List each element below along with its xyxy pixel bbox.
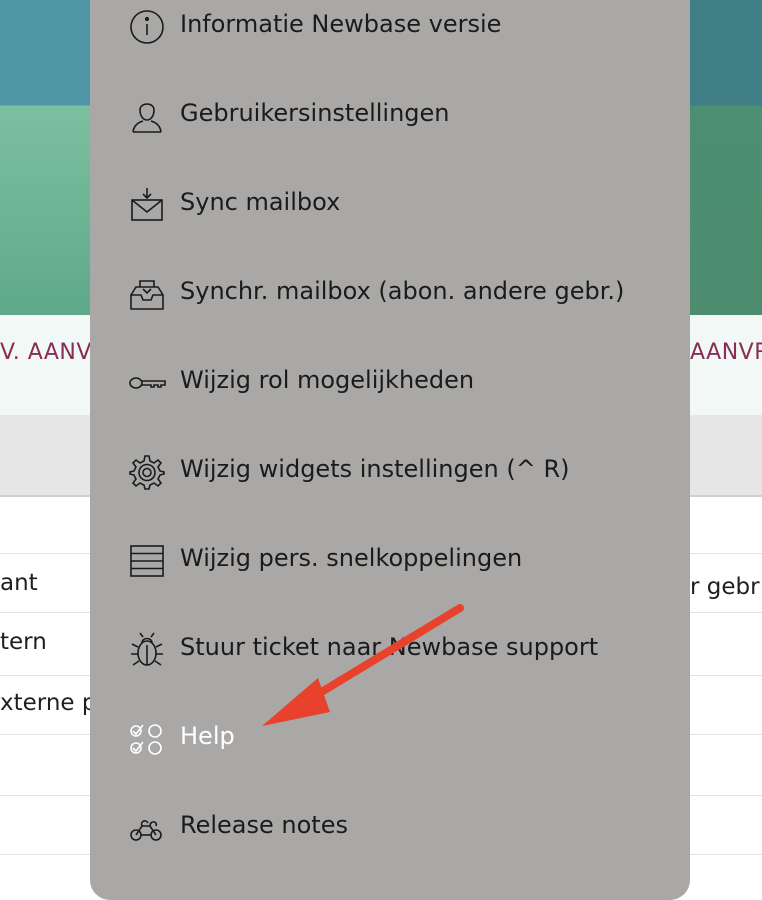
row-right-text: r gebr [690,574,760,600]
app-header-right [690,0,762,315]
checklist-icon [128,720,166,758]
menu-item-sync-other-mailbox[interactable]: Synchr. mailbox (abon. andere gebr.) [90,263,690,323]
mail-download-icon [128,186,166,224]
row-left-text: xterne p [0,690,97,716]
menu-item-support-ticket[interactable]: Stuur ticket naar Newbase support [90,619,690,679]
stacked-bars-icon [128,542,166,580]
menu-item-label: Synchr. mailbox (abon. andere gebr.) [180,277,625,305]
menu-item-label: Release notes [180,811,348,839]
menu-item-label: Sync mailbox [180,188,341,216]
menu-item-label: Help [180,722,235,750]
menu-item-label: Wijzig rol mogelijkheden [180,366,475,394]
row-left-text: ant [0,570,38,596]
menu-item-release-notes[interactable]: Release notes [90,797,690,857]
menu-item-label: Informatie Newbase versie [180,10,502,38]
user-icon [128,97,166,135]
menu-item-widget-settings[interactable]: Wijzig widgets instellingen (^ R) [90,441,690,501]
menu-item-user-settings[interactable]: Gebruikersinstellingen [90,85,690,145]
menu-item-help[interactable]: Help [90,708,690,768]
menu-item-sync-mailbox[interactable]: Sync mailbox [90,174,690,234]
row-left-text: tern [0,629,47,655]
menu-item-label: Stuur ticket naar Newbase support [180,633,599,661]
menu-item-label: Wijzig pers. snelkoppelingen [180,544,523,572]
key-icon [128,364,166,402]
menu-item-label: Gebruikersinstellingen [180,99,450,127]
menu-item-shortcuts[interactable]: Wijzig pers. snelkoppelingen [90,530,690,590]
tab-left[interactable]: V. AANV [0,340,92,365]
gear-icon [128,453,166,491]
inbox-tray-icon [128,275,166,313]
info-icon [128,8,166,46]
tab-right[interactable]: AANVR [690,340,762,365]
menu-item-label: Wijzig widgets instellingen (^ R) [180,455,570,483]
menu-item-change-role[interactable]: Wijzig rol mogelijkheden [90,352,690,412]
menu-item-info[interactable]: Informatie Newbase versie [90,0,690,56]
bike-icon [128,809,166,847]
bug-icon [128,631,166,669]
